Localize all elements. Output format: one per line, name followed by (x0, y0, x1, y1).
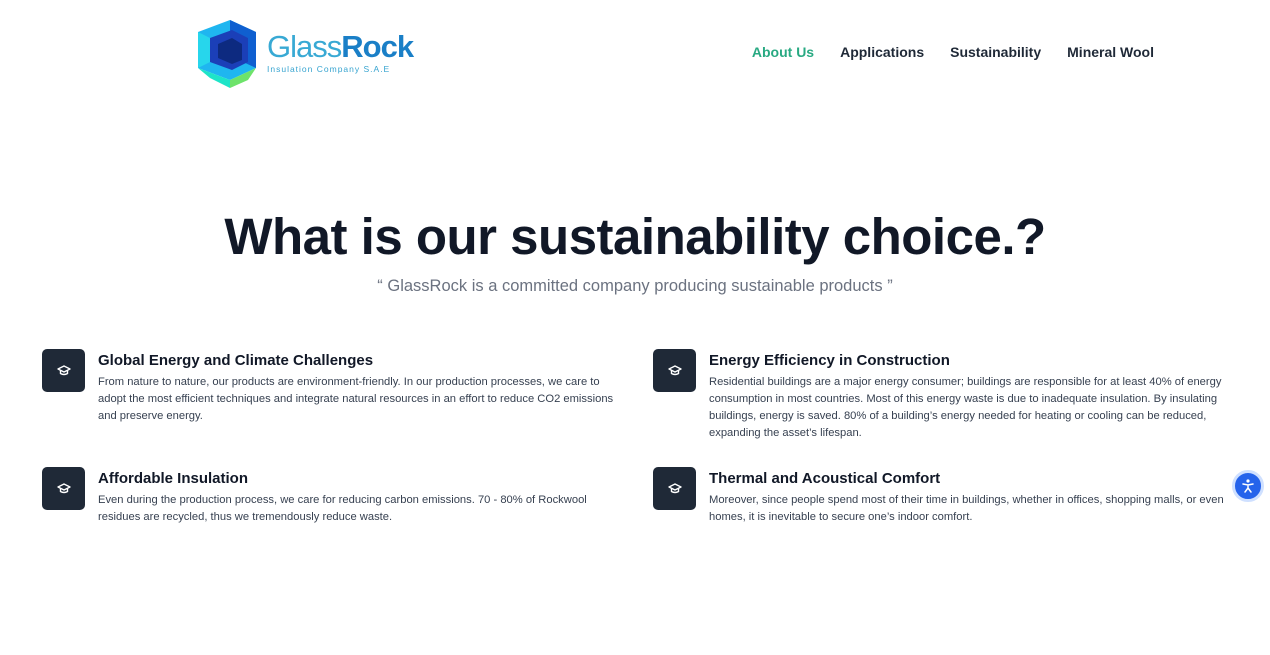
feature-title: Energy Efficiency in Construction (709, 352, 950, 369)
feature-thermal-comfort: Thermal and Acoustical Comfort Moreover,… (653, 467, 1243, 526)
feature-title: Affordable Insulation (98, 470, 248, 487)
brand-name: GlassRock (267, 29, 414, 64)
main-nav: About Us Applications Sustainability Min… (752, 44, 1154, 60)
brand-tagline: Insulation Company S.A.E (267, 64, 391, 74)
accessibility-icon (1242, 479, 1254, 493)
feature-text: Moreover, since people spend most of the… (709, 494, 1224, 523)
feature-affordable-insulation: Affordable Insulation Even during the pr… (42, 467, 627, 526)
feature-global-energy: Global Energy and Climate Challenges Fro… (42, 349, 627, 425)
feature-energy-efficiency: Energy Efficiency in Construction Reside… (653, 349, 1243, 442)
feature-text: Residential buildings are a major energy… (709, 376, 1222, 439)
feature-text: From nature to nature, our products are … (98, 376, 614, 422)
feature-text: Even during the production process, we c… (98, 494, 587, 523)
graduation-cap-icon (42, 467, 85, 510)
nav-sustainability[interactable]: Sustainability (950, 44, 1041, 60)
feature-title: Global Energy and Climate Challenges (98, 352, 374, 369)
brand-light: Glass (267, 29, 342, 64)
graduation-cap-icon (653, 467, 696, 510)
nav-mineral-wool[interactable]: Mineral Wool (1067, 44, 1154, 60)
logo-text: GlassRock Insulation Company S.A.E (267, 29, 414, 74)
graduation-cap-icon (42, 349, 85, 392)
accessibility-widget-button[interactable] (1232, 470, 1264, 502)
graduation-cap-icon (653, 349, 696, 392)
nav-about-us[interactable]: About Us (752, 44, 814, 60)
nav-applications[interactable]: Applications (840, 44, 924, 60)
logo-link[interactable]: GlassRock Insulation Company S.A.E (192, 18, 414, 88)
page: GlassRock Insulation Company S.A.E About… (0, 0, 1270, 655)
glassrock-logo-icon (198, 20, 256, 88)
page-subtitle: “ GlassRock is a committed company produ… (377, 277, 893, 295)
brand-bold: Rock (341, 29, 414, 64)
feature-title: Thermal and Acoustical Comfort (709, 470, 941, 487)
page-title: What is our sustainability choice.? (224, 208, 1046, 265)
